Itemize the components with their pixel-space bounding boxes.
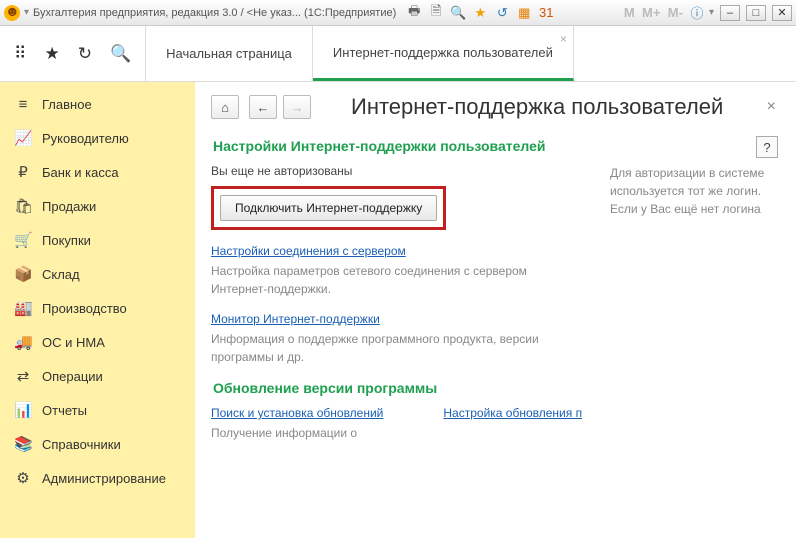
print-icon[interactable]: 🖶	[406, 5, 422, 21]
sidebar-item-label: Руководителю	[42, 131, 129, 146]
search-nav-icon[interactable]: 🔍	[110, 44, 131, 64]
link-support-monitor[interactable]: Монитор Интернет-поддержки	[211, 312, 380, 326]
connect-highlight: Подключить Интернет-поддержку	[211, 186, 446, 230]
not-authorized-text: Вы еще не авторизованы	[211, 164, 590, 178]
sidebar-item-label: Справочники	[42, 437, 121, 452]
content-header: ⌂ ← → Интернет-поддержка пользователей ×	[211, 94, 780, 120]
chart-icon: 📈	[14, 129, 32, 147]
auth-left: Вы еще не авторизованы Подключить Интерн…	[211, 164, 590, 442]
window-title: Бухгалтерия предприятия, редакция 3.0 / …	[33, 7, 396, 19]
tab-label: Интернет-поддержка пользователей	[333, 45, 553, 60]
sidebar: ≡ Главное 📈 Руководителю ₽ Банк и касса 🛍 Пр…	[0, 82, 195, 538]
sidebar-item-assets[interactable]: 🚚 ОС и НМА	[0, 325, 195, 359]
bag-icon: 🛍	[14, 197, 32, 215]
auth-row: Вы еще не авторизованы Подключить Интерн…	[211, 164, 780, 442]
maximize-button[interactable]: □	[746, 5, 766, 21]
nav-arrows-group: ← →	[249, 95, 311, 119]
section-update-title: Обновление версии программы	[213, 380, 590, 396]
zoom-out[interactable]: M-	[668, 5, 683, 20]
sidebar-item-sales[interactable]: 🛍 Продажи	[0, 189, 195, 223]
star-icon[interactable]: ★	[44, 44, 59, 64]
minimize-button[interactable]: –	[720, 5, 740, 21]
sidebar-item-label: Администрирование	[42, 471, 166, 486]
ruble-icon: ₽	[14, 163, 32, 181]
zoom-reset[interactable]: M	[624, 5, 635, 20]
sidebar-item-label: Отчеты	[42, 403, 87, 418]
sidebar-item-operations[interactable]: ⇄ Операции	[0, 359, 195, 393]
sidebar-item-label: Операции	[42, 369, 103, 384]
document-icon[interactable]: 🗎	[428, 5, 444, 21]
sidebar-item-warehouse[interactable]: 📦 Склад	[0, 257, 195, 291]
desc-search-updates: Получение информации о	[211, 424, 383, 442]
truck-icon: 🚚	[14, 333, 32, 351]
history-icon[interactable]: ↺	[494, 5, 510, 21]
tab-close-icon[interactable]: ×	[560, 32, 567, 46]
help-button[interactable]: ?	[756, 136, 778, 158]
transfer-icon: ⇄	[14, 367, 32, 385]
desc-support-monitor: Информация о поддержке программного прод…	[211, 330, 581, 366]
titlebar-icons: 🖶 🗎 🔍 ★ ↺ ▦ 31	[406, 5, 554, 21]
sidebar-item-label: Продажи	[42, 199, 96, 214]
link-connection-settings[interactable]: Настройки соединения с сервером	[211, 244, 406, 258]
nav-forward-button[interactable]: →	[283, 95, 311, 119]
tab-label: Начальная страница	[166, 46, 292, 61]
page-close-button[interactable]: ×	[763, 98, 780, 116]
nav-back-button[interactable]: ←	[249, 95, 277, 119]
box-icon: 📦	[14, 265, 32, 283]
update-right: Настройка обновления п	[443, 406, 582, 442]
main: ≡ Главное 📈 Руководителю ₽ Банк и касса 🛍 Пр…	[0, 82, 796, 538]
sidebar-item-production[interactable]: 🏭 Производство	[0, 291, 195, 325]
sidebar-item-label: Склад	[42, 267, 80, 282]
sidebar-item-label: Банк и касса	[42, 165, 119, 180]
sidebar-item-admin[interactable]: ⚙ Администрирование	[0, 461, 195, 495]
apps-icon[interactable]: ⠿	[14, 44, 26, 64]
link-update-settings[interactable]: Настройка обновления п	[443, 406, 582, 420]
update-left: Поиск и установка обновлений Получение и…	[211, 406, 383, 442]
sidebar-item-label: Главное	[42, 97, 92, 112]
sidebar-item-main[interactable]: ≡ Главное	[0, 88, 195, 121]
calendar-icon[interactable]: 31	[538, 5, 554, 21]
sidebar-item-bank[interactable]: ₽ Банк и касса	[0, 155, 195, 189]
sidebar-item-directories[interactable]: 📚 Справочники	[0, 427, 195, 461]
tab-home[interactable]: Начальная страница	[146, 26, 313, 81]
toolbar-left: ⠿ ★ ↻ 🔍	[0, 26, 146, 81]
calculator-icon[interactable]: ▦	[516, 5, 532, 21]
nav-home-group: ⌂	[211, 95, 239, 119]
link-search-updates[interactable]: Поиск и установка обновлений	[211, 406, 383, 420]
gear-icon: ⚙	[14, 469, 32, 487]
info-icon[interactable]: ⓘ	[689, 5, 705, 21]
history-nav-icon[interactable]: ↻	[78, 44, 92, 64]
close-button[interactable]: ✕	[772, 5, 792, 21]
sidebar-item-reports[interactable]: 📊 Отчеты	[0, 393, 195, 427]
tab-internet-support[interactable]: Интернет-поддержка пользователей ×	[313, 26, 574, 81]
books-icon: 📚	[14, 435, 32, 453]
sidebar-item-label: ОС и НМА	[42, 335, 105, 350]
favorite-icon[interactable]: ★	[472, 5, 488, 21]
sidebar-item-label: Покупки	[42, 233, 91, 248]
auth-info-text: Для авторизации в системе используется т…	[610, 164, 780, 442]
cart-icon: 🛒	[14, 231, 32, 249]
app-icon	[4, 5, 20, 21]
menu-icon: ≡	[14, 96, 32, 113]
app-menu-dropdown[interactable]: ▾	[24, 7, 29, 18]
zoom-in[interactable]: M+	[642, 5, 660, 20]
desc-connection-settings: Настройка параметров сетевого соединения…	[211, 262, 581, 298]
zoom-controls: M M+ M-	[622, 5, 685, 20]
info-dropdown[interactable]: ▾	[709, 7, 714, 18]
nav-home-button[interactable]: ⌂	[211, 95, 239, 119]
factory-icon: 🏭	[14, 299, 32, 317]
content: ⌂ ← → Интернет-поддержка пользователей ×…	[195, 82, 796, 538]
section-support-settings-title: Настройки Интернет-поддержки пользовател…	[213, 138, 780, 154]
toolbar: ⠿ ★ ↻ 🔍 Начальная страница Интернет-подд…	[0, 26, 796, 82]
page-title: Интернет-поддержка пользователей	[351, 94, 753, 120]
bars-icon: 📊	[14, 401, 32, 419]
sidebar-item-label: Производство	[42, 301, 127, 316]
sidebar-item-manager[interactable]: 📈 Руководителю	[0, 121, 195, 155]
titlebar: ▾ Бухгалтерия предприятия, редакция 3.0 …	[0, 0, 796, 26]
connect-support-button[interactable]: Подключить Интернет-поддержку	[220, 195, 437, 221]
search-icon[interactable]: 🔍	[450, 5, 466, 21]
update-row: Поиск и установка обновлений Получение и…	[211, 406, 590, 442]
sidebar-item-purchases[interactable]: 🛒 Покупки	[0, 223, 195, 257]
